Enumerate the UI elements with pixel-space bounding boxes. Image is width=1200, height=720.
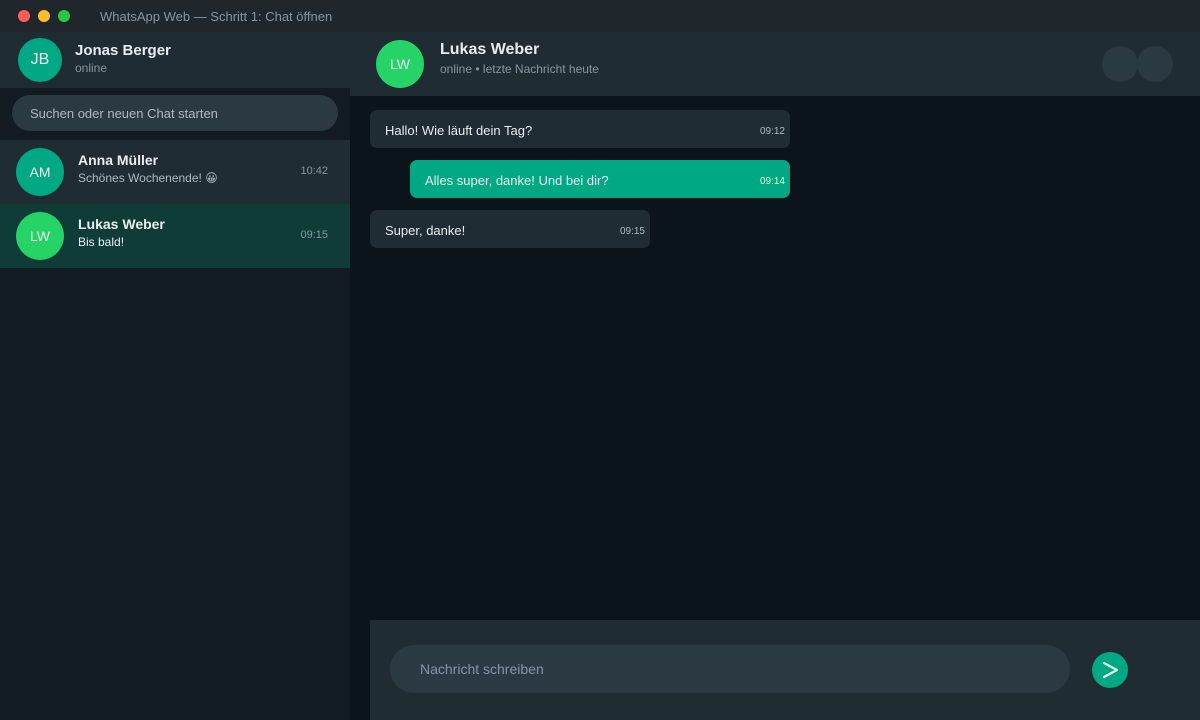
contact-name[interactable]: Lukas Weber bbox=[440, 41, 539, 59]
chat-preview: Schönes Wochenende! 😀 bbox=[78, 171, 218, 185]
search-input[interactable] bbox=[12, 95, 338, 131]
message-bubble-outgoing: Alles super, danke! Und bei dir? 09:14 bbox=[410, 160, 790, 198]
composer bbox=[370, 620, 1200, 720]
chat-list-item-anna-mueller[interactable]: AM Anna Müller Schönes Wochenende! 😀 10:… bbox=[0, 140, 350, 204]
chat-name: Lukas Weber bbox=[78, 216, 165, 232]
header-action-button[interactable] bbox=[1102, 46, 1138, 82]
chat-avatar: LW bbox=[16, 212, 64, 260]
window-title: WhatsApp Web — Schritt 1: Chat öffnen bbox=[100, 9, 333, 24]
maximize-window-button[interactable] bbox=[58, 10, 70, 22]
chat-list-item-lukas-weber[interactable]: LW Lukas Weber Bis bald! 09:15 bbox=[0, 204, 350, 268]
contact-status: online • letzte Nachricht heute bbox=[440, 62, 599, 76]
message-time: 09:15 bbox=[619, 226, 645, 237]
chat-time: 10:42 bbox=[300, 165, 328, 177]
message-bubble-incoming: Super, danke! 09:15 bbox=[370, 210, 650, 248]
profile-bar: JB Jonas Berger online bbox=[0, 32, 350, 88]
send-icon bbox=[1102, 661, 1119, 679]
message-text: Alles super, danke! Und bei dir? bbox=[425, 173, 609, 188]
profile-status: online bbox=[75, 61, 108, 75]
header-menu-button[interactable] bbox=[1137, 46, 1173, 82]
title-bar: WhatsApp Web — Schritt 1: Chat öffnen bbox=[0, 0, 1200, 32]
message-bubble-incoming: Hallo! Wie läuft dein Tag? 09:12 bbox=[370, 110, 790, 148]
message-text: Hallo! Wie läuft dein Tag? bbox=[385, 123, 533, 138]
chat-header: LW Lukas Weber online • letzte Nachricht… bbox=[350, 32, 1200, 96]
close-window-button[interactable] bbox=[18, 10, 30, 22]
search-area bbox=[0, 88, 350, 140]
chat-preview: Bis bald! bbox=[78, 235, 125, 249]
profile-avatar[interactable]: JB bbox=[18, 38, 62, 82]
message-area: Hallo! Wie läuft dein Tag? 09:12 Alles s… bbox=[350, 96, 1200, 620]
minimize-window-button[interactable] bbox=[38, 10, 50, 22]
chat-avatar: AM bbox=[16, 148, 64, 196]
message-time: 09:12 bbox=[759, 126, 785, 137]
sidebar: JB Jonas Berger online AM Anna Müller Sc… bbox=[0, 32, 350, 720]
message-time: 09:14 bbox=[759, 176, 785, 187]
profile-name: Jonas Berger bbox=[75, 42, 171, 59]
chat-time: 09:15 bbox=[300, 229, 328, 241]
contact-avatar[interactable]: LW bbox=[376, 40, 424, 88]
message-text: Super, danke! bbox=[385, 223, 466, 238]
message-input[interactable] bbox=[390, 645, 1070, 693]
send-button[interactable] bbox=[1092, 652, 1128, 688]
chat-name: Anna Müller bbox=[78, 152, 159, 168]
